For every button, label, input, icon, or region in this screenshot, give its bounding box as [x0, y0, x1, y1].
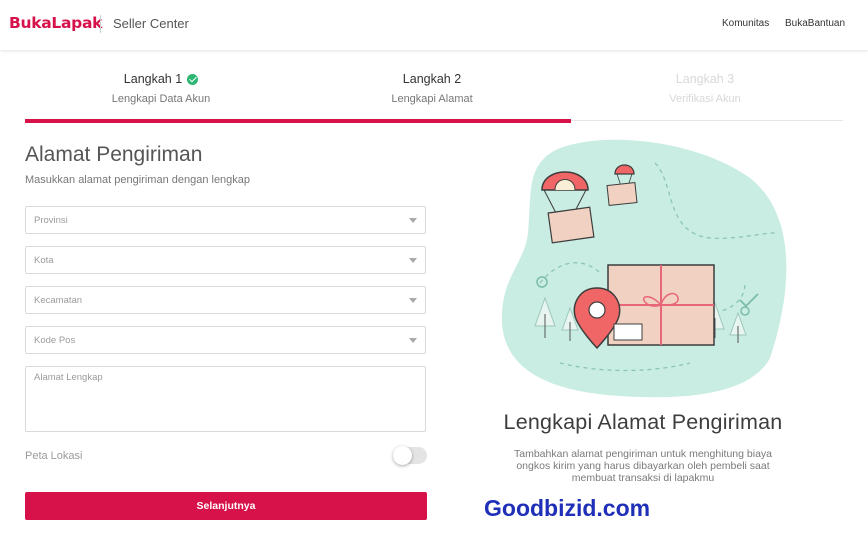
form-subtitle: Masukkan alamat pengiriman dengan lengka…	[25, 174, 251, 186]
form-title: Alamat Pengiriman	[25, 143, 203, 166]
step-2-title: Langkah 2	[402, 72, 462, 86]
chevron-down-icon	[409, 338, 417, 343]
toggle-knob	[393, 446, 412, 465]
kota-placeholder: Kota	[34, 255, 54, 266]
step-3: Langkah 3 Verifikasi Akun	[615, 70, 795, 105]
step-1-subtitle: Lengkapi Data Akun	[111, 93, 211, 105]
kode-pos-placeholder: Kode Pos	[34, 335, 76, 346]
kota-select[interactable]: Kota	[25, 246, 426, 274]
check-circle-icon	[187, 73, 199, 85]
kecamatan-placeholder: Kecamatan	[34, 295, 83, 306]
peta-lokasi-label: Peta Lokasi	[25, 450, 83, 462]
info-description: Tambahkan alamat pengiriman untuk menghi…	[514, 448, 772, 484]
step-2-subtitle: Lengkapi Alamat	[391, 93, 473, 105]
alamat-placeholder: Alamat Lengkap	[34, 372, 103, 383]
chevron-down-icon	[409, 298, 417, 303]
progress-fill	[25, 119, 571, 123]
kode-pos-select[interactable]: Kode Pos	[25, 326, 426, 354]
top-header: BukaLapak Seller Center Komunitas BukaBa…	[0, 0, 868, 50]
nav-link-bukabantuan[interactable]: BukaBantuan	[785, 18, 845, 29]
provinsi-select[interactable]: Provinsi	[25, 206, 426, 234]
selanjutnya-button[interactable]: Selanjutnya	[25, 492, 427, 520]
info-title: Lengkapi Alamat Pengiriman	[503, 410, 783, 434]
header-title: Seller Center	[113, 16, 189, 31]
logo-divider	[100, 15, 101, 33]
chevron-down-icon	[409, 218, 417, 223]
alamat-lengkap-textarea[interactable]: Alamat Lengkap	[25, 366, 426, 432]
nav-link-komunitas[interactable]: Komunitas	[722, 18, 769, 29]
step-3-title: Langkah 3	[675, 72, 735, 86]
step-1: Langkah 1 Lengkapi Data Akun	[71, 70, 251, 105]
delivery-illustration	[501, 139, 787, 398]
bukalapak-logo[interactable]: BukaLapak	[9, 14, 102, 32]
peta-lokasi-toggle[interactable]	[393, 446, 427, 465]
step-2: Langkah 2 Lengkapi Alamat	[342, 70, 522, 105]
step-3-subtitle: Verifikasi Akun	[669, 93, 741, 105]
chevron-down-icon	[409, 258, 417, 263]
watermark-text: Goodbizid.com	[484, 495, 651, 521]
kecamatan-select[interactable]: Kecamatan	[25, 286, 426, 314]
provinsi-placeholder: Provinsi	[34, 215, 68, 226]
step-1-title: Langkah 1	[123, 72, 183, 86]
